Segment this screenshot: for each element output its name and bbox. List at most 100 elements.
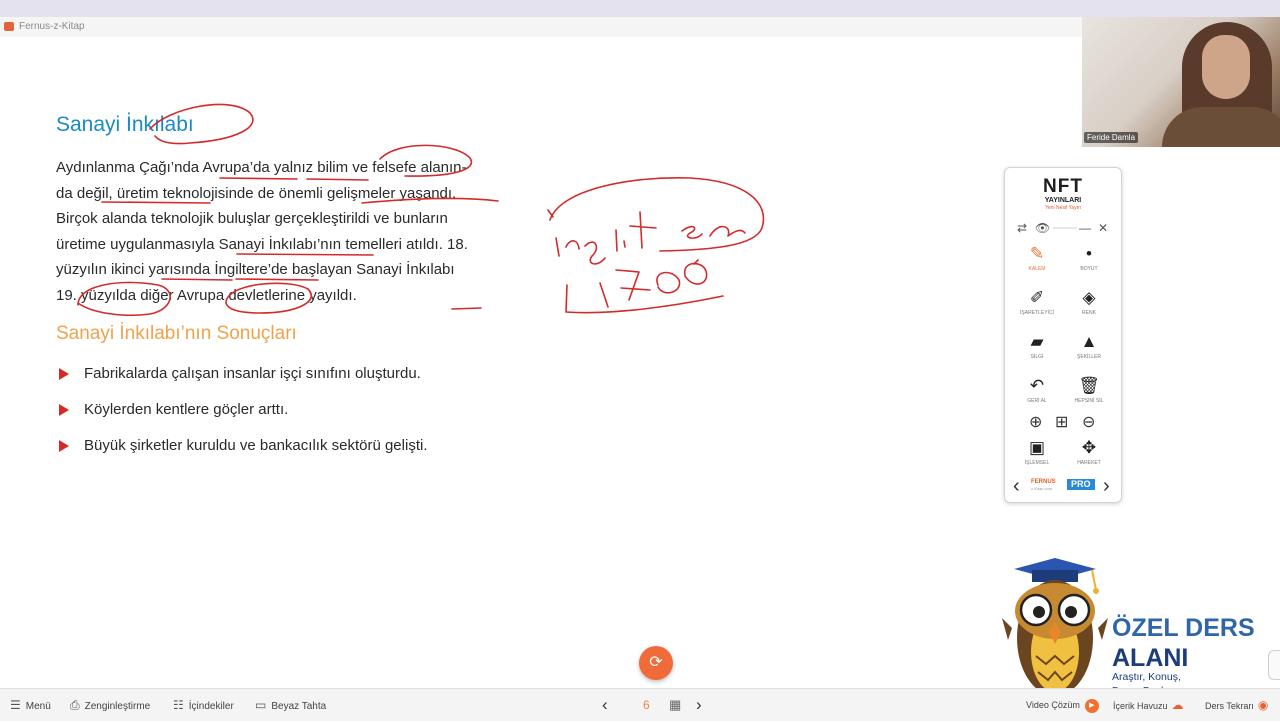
presenter-face [1202,35,1250,99]
tool-size[interactable]: • BOYUT [1063,244,1115,273]
brand-subtitle-line1: Araştır, Konuş, [1112,671,1181,683]
paragraph-line: Aydınlanma Çağı’nda Avrupa’da yalnız bil… [56,159,467,176]
brand-title-line1: ÖZEL DERS [1112,614,1255,642]
page-number[interactable]: 6 [643,689,650,721]
next-page-button[interactable]: › [696,689,702,721]
menu-label: Menü [25,701,51,712]
dot-icon: • [1086,244,1092,263]
list-item: Köylerden kentlere göçler arttı. [56,398,427,434]
video-solution-label: Video Çözüm [1026,700,1080,710]
play-icon: ▶ [1084,698,1099,713]
owl-mascot-logo [1002,558,1108,696]
list-item: Fabrikalarda çalışan insanlar işçi sınıf… [56,362,427,398]
opacity-slider[interactable] [1053,227,1077,229]
lesson-review-button[interactable]: Ders Tekrarı ◉ [1205,689,1268,721]
webcam-video: Feride Damla [1082,17,1280,147]
list-item-text: Köylerden kentlere göçler arttı. [84,401,289,418]
paragraph-line: yüzyılın ikinci yarısında İngiltere’de b… [56,261,455,278]
pencil-icon: ✎ [1029,244,1045,263]
tool-shapes[interactable]: ▲ ŞEKİLLER [1063,332,1115,361]
review-icon: ◉ [1257,698,1269,712]
lesson-review-label: Ders Tekrarı [1205,701,1254,711]
app-title: Fernus-z-Kitap [19,21,85,32]
enrichment-button[interactable]: ⎙ Zenginleştirme [70,689,150,721]
move-icon: ✥ [1081,438,1097,457]
trash-icon: 🗑 [1078,376,1100,395]
grid-icon: ▦ [669,697,682,712]
whiteboard-icon: ▭ [255,698,267,712]
paragraph-line: Birçok alanda teknolojik buluşlar gerçek… [56,210,448,227]
nft-logo: NFT YAYINLARI Yeni Nesil Yayın [1035,176,1091,212]
contents-button[interactable]: ☷ İçindekiler [173,689,234,721]
bullet-triangle-icon [59,440,69,452]
drawing-tool-panel: NFT YAYINLARI Yeni Nesil Yayın ⇄ 👁 — ✕ ✎… [1004,167,1122,503]
paragraph-line: üretime uygulanmasıyla Sanayi İnkılabı’n… [56,235,468,253]
chevron-left-icon: ‹ [602,695,608,714]
paragraph-line: da değil, üretim teknolojisinde de öneml… [56,184,457,202]
tool-marker[interactable]: ✐ İŞARETLEYİCİ [1011,288,1063,317]
zoom-out-icon[interactable]: ⊖ [1082,414,1095,432]
tool-clear-all[interactable]: 🗑 HEPSİNİ SİL [1063,376,1115,405]
bullet-triangle-icon [59,404,69,416]
eye-icon[interactable]: 👁 [1035,222,1050,234]
tool-pen[interactable]: ✎ KALEM [1011,244,1063,273]
tool-panel-footer: ‹ FERNUS z-Kitap.com PRO › [1005,475,1121,497]
fit-screen-icon[interactable]: ⊞ [1055,414,1068,432]
zoom-in-icon[interactable]: ⊕ [1029,414,1042,432]
list-icon: ☷ [173,698,184,712]
menu-button[interactable]: ☰ Menü [10,689,51,721]
content-pool-button[interactable]: İçerik Havuzu ☁ [1113,689,1184,721]
paragraph-line: 19. yüzyılda diğer Avrupa devletlerine y… [56,286,357,304]
eraser-icon: ▰ [1030,332,1044,351]
list-item-text: Fabrikalarda çalışan insanlar işçi sınıf… [84,365,421,382]
chevron-right-icon: › [696,695,702,714]
tool-color[interactable]: ◈ RENK [1063,288,1115,317]
collapse-icon[interactable]: ⇄ [1017,222,1027,234]
results-list: Fabrikalarda çalışan insanlar işçi sınıf… [56,362,427,470]
tool-undo[interactable]: ↶ GERİ AL [1011,376,1063,405]
page-heading: Sanayi İnkılabı [56,113,194,136]
marker-icon: ✐ [1029,288,1045,307]
app-icon [4,22,14,31]
video-solution-button[interactable]: Video Çözüm ▶ [1026,689,1099,721]
list-item-text: Büyük şirketler kuruldu ve bankacılık se… [84,437,428,454]
whiteboard-button[interactable]: ▭ Beyaz Tahta [255,689,326,721]
paperclip-icon: ⎙ [70,698,80,712]
fernus-brand-sub: z-Kitap.com [1031,486,1053,491]
section-subheading: Sanayi İnkılabı’nın Sonuçları [56,323,297,344]
cloud-icon: ☁ [1171,698,1184,712]
content-paragraph: Aydınlanma Çağı’nda Avrupa’da yalnız bil… [56,155,526,308]
pro-badge: PRO [1067,479,1095,490]
menu-icon: ☰ [10,698,21,712]
screen-icon: ▣ [1028,438,1046,457]
prev-page-button[interactable]: ‹ [602,689,608,721]
tool-interactive[interactable]: ▣ İŞLEMSEL [1011,438,1063,467]
content-pool-label: İçerik Havuzu [1113,701,1168,711]
paint-bucket-icon: ◈ [1082,288,1096,307]
fernus-brand: FERNUS [1031,479,1056,485]
side-panel-handle[interactable] [1268,650,1280,680]
bottom-toolbar: ☰ Menü ⎙ Zenginleştirme ☷ İçindekiler ▭ Beya… [0,688,1280,721]
chevron-left-icon[interactable]: ‹ [1013,475,1020,497]
page-action-button[interactable]: ⟳ [639,646,673,680]
contents-label: İçindekiler [188,701,234,712]
refresh-icon: ⟳ [649,654,663,671]
brand-title-line2: ALANI [1112,644,1189,672]
whiteboard-label: Beyaz Tahta [271,701,327,712]
tool-move[interactable]: ✥ HAREKET [1063,438,1115,467]
close-icon[interactable]: ✕ [1098,222,1108,234]
undo-icon: ↶ [1029,376,1045,395]
presenter-shoulders [1162,107,1280,147]
nft-logo-subtext: YAYINLARI [1044,197,1082,204]
tool-eraser[interactable]: ▰ SİLGİ [1011,332,1063,361]
enrichment-label: Zenginleştirme [84,701,151,712]
page-grid-button[interactable]: ▦ [669,689,681,721]
chevron-right-icon[interactable]: › [1103,475,1110,497]
nft-logo-tag: Yeni Nesil Yayın [1045,205,1081,211]
minimize-icon[interactable]: — [1079,222,1091,234]
nft-logo-text: NFT [1043,176,1083,197]
shapes-icon: ▲ [1080,332,1098,351]
top-strip [0,0,1280,17]
list-item: Büyük şirketler kuruldu ve bankacılık se… [56,434,427,470]
bullet-triangle-icon [59,368,69,380]
